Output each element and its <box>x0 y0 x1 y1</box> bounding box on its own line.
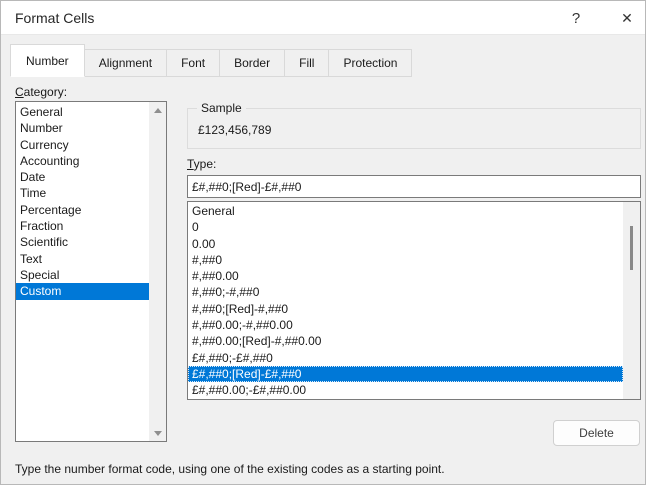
triangle-down-icon <box>154 431 162 436</box>
scrollbar-thumb[interactable] <box>630 226 633 270</box>
sample-label: Sample <box>197 101 246 115</box>
type-list-scrollbar[interactable] <box>623 202 640 399</box>
format-cells-dialog: Format Cells ? ✕ Number Alignment Font B… <box>0 0 646 485</box>
category-item-custom[interactable]: Custom <box>16 283 149 299</box>
footer-help-text: Type the number format code, using one o… <box>15 462 639 476</box>
category-item-accounting[interactable]: Accounting <box>16 153 149 169</box>
category-listbox: General Number Currency Accounting Date … <box>15 101 167 442</box>
type-option[interactable]: #,##0;[Red]-#,##0 <box>188 301 623 317</box>
scrollbar-up-icon[interactable] <box>149 102 166 118</box>
help-icon[interactable]: ? <box>558 1 594 35</box>
category-item-percentage[interactable]: Percentage <box>16 202 149 218</box>
type-listbox: General 0 0.00 #,##0 #,##0.00 #,##0;-#,#… <box>187 201 641 400</box>
triangle-up-icon <box>154 108 162 113</box>
type-option[interactable]: #,##0.00;[Red]-#,##0.00 <box>188 333 623 349</box>
category-item-special[interactable]: Special <box>16 267 149 283</box>
type-options: General 0 0.00 #,##0 #,##0.00 #,##0;-#,#… <box>188 203 623 399</box>
type-option[interactable]: 0 <box>188 219 623 235</box>
category-label: Category: <box>15 85 67 99</box>
type-label: Type: <box>187 157 216 171</box>
category-item-general[interactable]: General <box>16 104 149 120</box>
tab-alignment[interactable]: Alignment <box>84 49 167 77</box>
category-item-date[interactable]: Date <box>16 169 149 185</box>
window-title: Format Cells <box>15 1 94 35</box>
category-item-time[interactable]: Time <box>16 185 149 201</box>
type-option[interactable]: 0.00 <box>188 236 623 252</box>
category-item-text[interactable]: Text <box>16 251 149 267</box>
scrollbar-down-icon[interactable] <box>149 425 166 441</box>
type-option[interactable]: #,##0 <box>188 252 623 268</box>
sample-value: £123,456,789 <box>198 123 271 137</box>
type-option[interactable]: #,##0;-#,##0 <box>188 284 623 300</box>
category-item-scientific[interactable]: Scientific <box>16 234 149 250</box>
type-option[interactable]: General <box>188 203 623 219</box>
sample-groupbox: Sample £123,456,789 <box>187 108 641 149</box>
tab-font[interactable]: Font <box>166 49 220 77</box>
category-item-currency[interactable]: Currency <box>16 137 149 153</box>
type-input[interactable] <box>187 175 641 198</box>
category-item-number[interactable]: Number <box>16 120 149 136</box>
type-option[interactable]: #,##0.00;-#,##0.00 <box>188 317 623 333</box>
category-items: General Number Currency Accounting Date … <box>16 104 149 300</box>
type-option[interactable]: £#,##0;-£#,##0 <box>188 350 623 366</box>
tab-protection[interactable]: Protection <box>328 49 412 77</box>
titlebar: Format Cells ? ✕ <box>1 1 645 35</box>
delete-button[interactable]: Delete <box>553 420 640 446</box>
tab-strip: Number Alignment Font Border Fill Protec… <box>10 44 412 77</box>
close-icon[interactable]: ✕ <box>609 1 645 35</box>
type-option[interactable]: #,##0.00 <box>188 268 623 284</box>
category-scrollbar[interactable] <box>149 102 166 441</box>
type-option-selected[interactable]: £#,##0;[Red]-£#,##0 <box>188 366 623 382</box>
tab-fill[interactable]: Fill <box>284 49 329 77</box>
tab-number[interactable]: Number <box>10 44 85 77</box>
tab-border[interactable]: Border <box>219 49 285 77</box>
category-item-fraction[interactable]: Fraction <box>16 218 149 234</box>
type-option[interactable]: £#,##0.00;-£#,##0.00 <box>188 382 623 398</box>
